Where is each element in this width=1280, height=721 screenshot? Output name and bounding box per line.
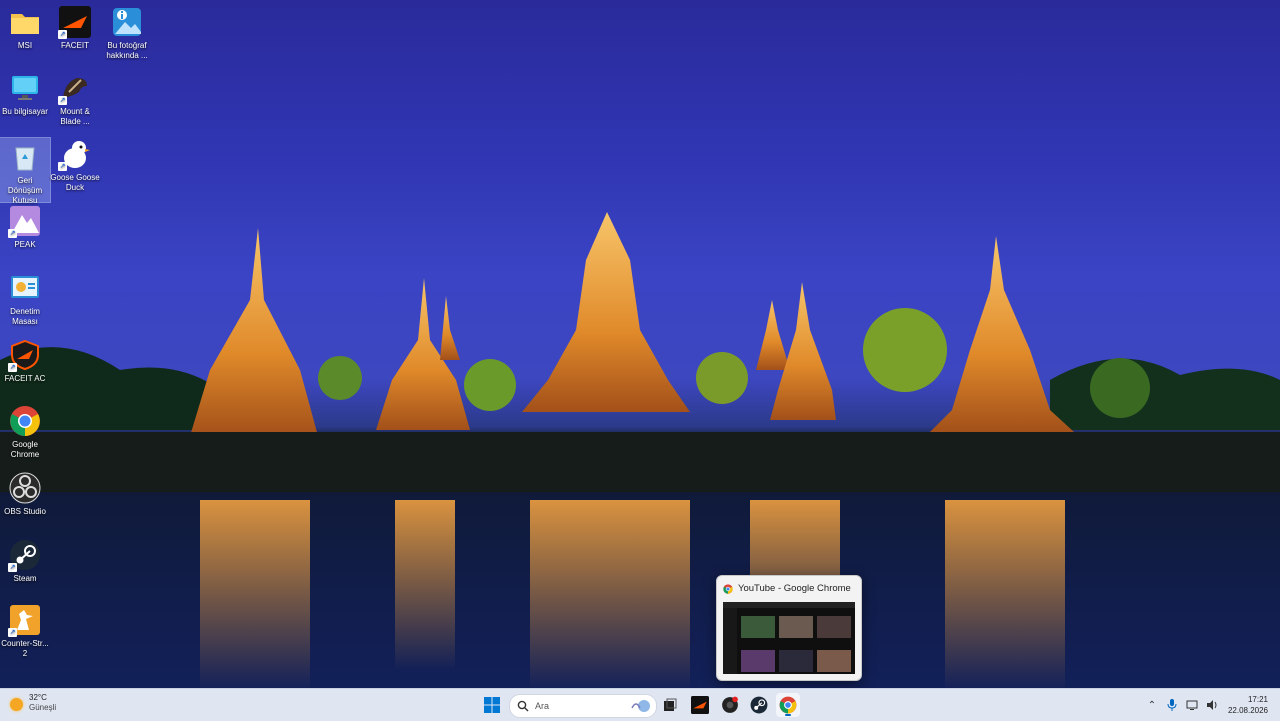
desktop-icon-goose-goose-duck[interactable]: ↗ Goose Goose Duck	[50, 138, 100, 193]
microphone-icon[interactable]	[1164, 697, 1180, 713]
desktop-wallpaper	[0, 0, 1280, 688]
desktop-icon-steam[interactable]: ↗ Steam	[0, 539, 50, 584]
network-icon[interactable]	[1184, 697, 1200, 713]
search-placeholder: Ara	[535, 701, 550, 711]
faceit-icon	[691, 696, 709, 714]
mount-blade-icon: ↗	[58, 72, 91, 105]
weather-widget[interactable]: 32°C Güneşli	[10, 693, 56, 713]
desktop-icon-label: FACEIT AC	[4, 374, 46, 383]
computer-icon	[9, 72, 41, 104]
shortcut-arrow-icon: ↗	[8, 563, 17, 572]
desktop-icon-label: Bu fotoğraf hakkında ...	[106, 41, 148, 60]
desktop-icon-label: Geri Dönüşüm Kutusu	[7, 176, 43, 205]
shortcut-arrow-icon: ↗	[58, 30, 67, 39]
photo-info-icon	[111, 6, 143, 38]
recycle-bin-icon	[9, 141, 41, 173]
windows-logo-icon	[484, 697, 500, 713]
task-view-icon	[664, 698, 677, 711]
volume-icon[interactable]	[1204, 697, 1220, 713]
desktop-icon-label: Goose Goose Duck	[50, 173, 100, 192]
desktop-icon-label: Steam	[13, 574, 37, 583]
desktop-icon-faceit-ac[interactable]: ↗ FACEIT AC	[0, 339, 50, 384]
shortcut-arrow-icon: ↗	[58, 96, 67, 105]
taskbar-faceit-button[interactable]	[688, 693, 712, 717]
faceit-icon: ↗	[58, 6, 91, 39]
desktop-icon-faceit[interactable]: ↗ FACEIT	[50, 6, 100, 51]
folder-icon	[9, 6, 41, 38]
desktop-icon-label: FACEIT	[60, 41, 89, 50]
desktop-icon-label: PEAK	[14, 240, 36, 249]
sun-icon	[10, 698, 23, 711]
taskbar-chrome-button[interactable]	[776, 693, 800, 717]
control-panel-icon	[9, 272, 41, 304]
desktop-icon-label: Google Chrome	[10, 440, 40, 459]
taskbar: 32°C Güneşli Ara ⌃ 17:21 22.08.2026	[0, 688, 1280, 721]
preview-title-text: YouTube - Google Chrome	[738, 583, 851, 594]
desktop-icon-peak[interactable]: ↗ PEAK	[0, 205, 50, 250]
desktop-icon-label: Counter-Str... 2	[1, 639, 49, 658]
taskbar-steam-button[interactable]	[747, 693, 771, 717]
desktop-icon-label: OBS Studio	[4, 507, 46, 516]
chevron-up-icon[interactable]: ⌃	[1144, 697, 1160, 713]
steam-icon	[750, 696, 768, 714]
desktop-icon-obs[interactable]: OBS Studio	[0, 472, 50, 517]
clock-date: 22.08.2026	[1227, 706, 1268, 715]
shortcut-arrow-icon: ↗	[58, 162, 67, 171]
start-button[interactable]	[480, 693, 504, 717]
desktop-icon-this-pc[interactable]: Bu bilgisayar	[0, 72, 50, 117]
system-tray: ⌃ 17:21 22.08.2026	[1140, 689, 1280, 721]
youtube-thumbnail-grid	[723, 602, 855, 674]
weather-condition: Güneşli	[29, 703, 57, 712]
steam-icon: ↗	[8, 539, 41, 572]
task-view-button[interactable]	[658, 693, 682, 717]
desktop-icon-label: Mount & Blade ...	[60, 107, 90, 126]
desktop-icon-photo-info[interactable]: Bu fotoğraf hakkında ...	[102, 6, 152, 61]
faceit-ac-icon	[722, 696, 738, 713]
search-icon	[517, 700, 529, 712]
obs-icon	[9, 472, 41, 504]
chrome-icon	[723, 583, 733, 594]
faceit-ac-icon: ↗	[8, 339, 41, 372]
shortcut-arrow-icon: ↗	[8, 229, 17, 238]
clock-time: 17:21	[1247, 695, 1268, 704]
desktop-icon-msi[interactable]: MSI	[0, 6, 50, 51]
chrome-window-preview[interactable]: YouTube - Google Chrome	[716, 575, 862, 681]
search-highlight-icon	[631, 700, 650, 712]
shortcut-arrow-icon: ↗	[8, 363, 17, 372]
desktop-icon-label: Denetim Masası	[10, 307, 40, 326]
chrome-icon	[779, 696, 797, 714]
active-indicator	[785, 714, 791, 716]
desktop-icon-chrome[interactable]: Google Chrome	[0, 405, 50, 460]
goose-goose-duck-icon: ↗	[58, 138, 91, 171]
desktop-icon-control-panel[interactable]: Denetim Masası	[0, 272, 50, 327]
desktop-icon-label: MSI	[17, 41, 33, 50]
preview-thumbnail	[723, 602, 855, 674]
desktop-icon-mount-blade[interactable]: ↗ Mount & Blade ...	[50, 72, 100, 127]
preview-title: YouTube - Google Chrome	[723, 583, 851, 594]
desktop-icon-counter-strike[interactable]: ↗ Counter-Str... 2	[0, 604, 50, 659]
shortcut-arrow-icon: ↗	[8, 628, 17, 637]
counter-strike-icon: ↗	[8, 604, 41, 637]
taskbar-search-box[interactable]: Ara	[509, 694, 657, 718]
desktop-icon-recycle-bin[interactable]: Geri Dönüşüm Kutusu	[0, 137, 51, 205]
clock[interactable]: 17:21 22.08.2026	[1228, 694, 1268, 716]
weather-temperature: 32°C	[29, 693, 47, 702]
taskbar-faceit-ac-button[interactable]	[718, 693, 742, 717]
peak-icon: ↗	[8, 205, 41, 238]
wallpaper-art	[0, 212, 1280, 688]
chrome-icon	[9, 405, 41, 437]
desktop-icon-label: Bu bilgisayar	[2, 107, 48, 116]
